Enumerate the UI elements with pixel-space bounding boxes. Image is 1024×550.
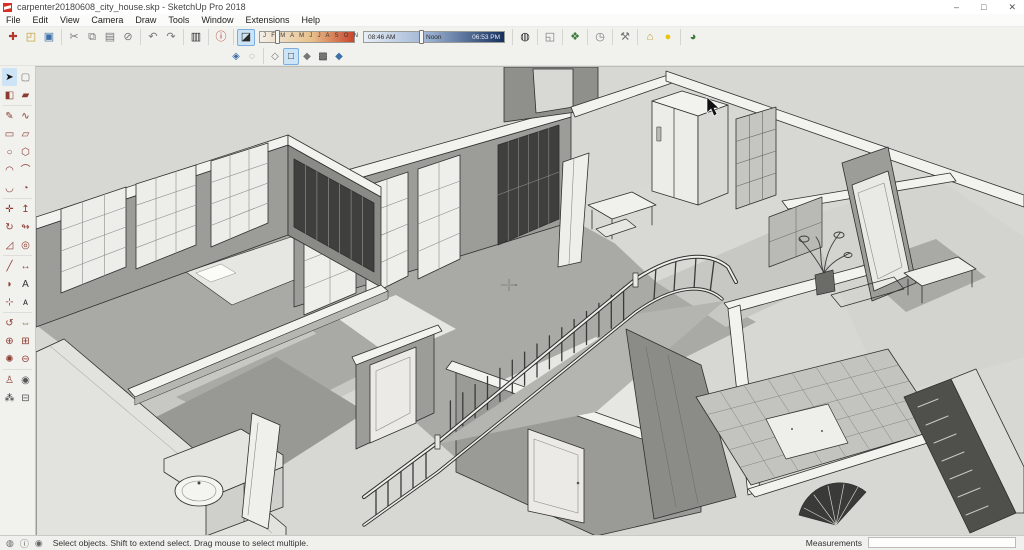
menu-bar: File Edit View Camera Draw Tools Window … [0,14,1024,27]
open-button[interactable]: ◰ [22,29,40,46]
credits-status-icon[interactable]: ◉ [35,538,43,549]
make-component-tool[interactable]: ▢ [18,68,33,86]
menu-edit[interactable]: Edit [27,15,55,25]
time-slider-handle[interactable] [419,30,424,44]
monochrome-button[interactable]: ◆ [331,48,347,65]
x-ray-button[interactable]: ◈ [228,48,244,65]
sunrise-time: 08:46 AM [368,34,396,41]
measurements-input[interactable] [868,537,1016,548]
circle-tool[interactable]: ○ [2,143,17,161]
two-point-arc-tool[interactable]: ⌒ [18,161,33,179]
menu-file[interactable]: File [0,15,27,25]
redo-button[interactable]: ↷ [162,29,180,46]
maximize-button[interactable]: □ [981,0,986,14]
undo-button[interactable]: ↶ [144,29,162,46]
noon-label: Noon [426,34,442,41]
share-model-button[interactable]: ◱ [541,29,559,46]
add-location-button[interactable]: ◍ [516,29,534,46]
look-around-tool[interactable]: ◉ [18,371,33,389]
line-tool[interactable]: ✎ [2,107,17,125]
arc-tool[interactable]: ◠ [2,161,17,179]
back-edges-button[interactable]: ◌ [244,48,260,65]
orbit-tool[interactable]: ↺ [2,314,17,332]
zoom-previous-tool[interactable]: ⊖ [18,350,33,368]
walk-tool[interactable]: ⁂ [2,389,17,407]
wrench-button[interactable]: ⚒ [616,29,634,46]
menu-window[interactable]: Window [195,15,239,25]
print-button[interactable]: ▥ [187,29,205,46]
position-camera-tool[interactable]: ♙ [2,371,17,389]
menu-camera[interactable]: Camera [85,15,129,25]
text-tool[interactable]: A [18,275,33,293]
menu-draw[interactable]: Draw [129,15,162,25]
copy-button[interactable]: ⧉ [83,29,101,46]
title-bar: carpenter20180608_city_house.skp - Sketc… [0,0,1024,14]
dimension-tool[interactable]: ↔ [18,257,33,275]
standard-toolbar: ✚ ◰ ▣ ✂ ⧉ ▤ ⊘ ↶ ↷ ▥ ⓘ ◪ J F M A M J J A … [0,27,1024,47]
zoom-tool[interactable]: ⊕ [2,332,17,350]
follow-me-tool[interactable]: ↬ [18,218,33,236]
shadows-toggle-button[interactable]: ◪ [237,28,255,46]
cut-button[interactable]: ✂ [65,29,83,46]
shadow-time-slider[interactable]: 08:46 AM Noon 06:53 PM [363,30,505,44]
eraser-tool[interactable]: ▰ [18,86,33,104]
house-model-drawing [35,66,1024,537]
polygon-tool[interactable]: ⬡ [18,143,33,161]
three-point-arc-tool[interactable]: ◡ [2,179,17,197]
help-status-icon[interactable]: ⓘ [20,537,29,550]
wireframe-button[interactable]: ◇ [267,48,283,65]
menu-view[interactable]: View [54,15,85,25]
scale-tool[interactable]: ◿ [2,236,17,254]
clock-button[interactable]: ◷ [591,29,609,46]
shadow-date-slider[interactable]: J F M A M J J A S O N D [259,30,368,44]
menu-help[interactable]: Help [295,15,326,25]
minimize-button[interactable]: – [954,0,959,14]
extension-warehouse-button[interactable]: ❖ [566,29,584,46]
3d-text-tool[interactable]: ᴀ [18,293,33,311]
model-info-button[interactable]: ⓘ [212,29,230,46]
styles-toolbar: ◈ ◌ ◇ □ ◆ ▩ ◆ [0,47,1024,66]
sketchup-logo-icon [3,2,12,12]
shaded-with-textures-button[interactable]: ▩ [315,48,331,65]
3d-warehouse-button[interactable]: ⌂ [641,29,659,46]
sunset-time: 06:53 PM [472,34,500,41]
rotate-tool[interactable]: ↻ [2,218,17,236]
erase-button[interactable]: ⊘ [119,29,137,46]
offset-tool[interactable]: ◎ [18,236,33,254]
zoom-window-tool[interactable]: ⊞ [18,332,33,350]
status-hint: Select objects. Shift to extend select. … [52,538,309,548]
push-pull-tool[interactable]: ↥ [18,200,33,218]
date-slider-handle[interactable] [275,30,280,44]
geolocation-status-icon[interactable]: ◍ [6,538,14,549]
close-button[interactable]: ✕ [1008,0,1016,14]
large-tool-set: ➤ ▢ ◧ ▰ ✎ ∿ ▭ ▱ ○ ⬡ ◠ ⌒ ◡ ◔ ✛ ↥ ↻ ↬ ◿ ◎ … [0,66,36,535]
lightbulb-button[interactable]: ● [659,29,677,46]
pan-tool[interactable]: ⇔ [18,314,33,332]
window-title: carpenter20180608_city_house.skp - Sketc… [17,2,246,12]
shaded-button[interactable]: ◆ [299,48,315,65]
menu-tools[interactable]: Tools [162,15,195,25]
pie-tool[interactable]: ◔ [18,179,33,197]
new-button[interactable]: ✚ [4,29,22,46]
rectangle-tool[interactable]: ▭ [2,125,17,143]
protractor-tool[interactable]: ◗ [2,275,17,293]
status-bar: ◍ ⓘ ◉ Select objects. Shift to extend se… [0,535,1024,550]
tape-measure-tool[interactable]: ╱ [2,257,17,275]
hidden-line-button[interactable]: □ [283,47,299,65]
freehand-tool[interactable]: ∿ [18,107,33,125]
save-button[interactable]: ▣ [40,29,58,46]
axes-tool[interactable]: ⊹ [2,293,17,311]
section-plane-tool[interactable]: ⊟ [18,389,33,407]
rotated-rectangle-tool[interactable]: ▱ [18,125,33,143]
paint-bucket-tool[interactable]: ◧ [2,86,17,104]
model-viewport[interactable] [35,66,1024,537]
select-tool[interactable]: ➤ [2,68,17,86]
sketchup-help-button[interactable]: ◕ [684,29,702,46]
menu-extensions[interactable]: Extensions [239,15,295,25]
zoom-extents-tool[interactable]: ✺ [2,350,17,368]
measurements-label: Measurements [805,537,862,548]
move-tool[interactable]: ✛ [2,200,17,218]
paste-button[interactable]: ▤ [101,29,119,46]
